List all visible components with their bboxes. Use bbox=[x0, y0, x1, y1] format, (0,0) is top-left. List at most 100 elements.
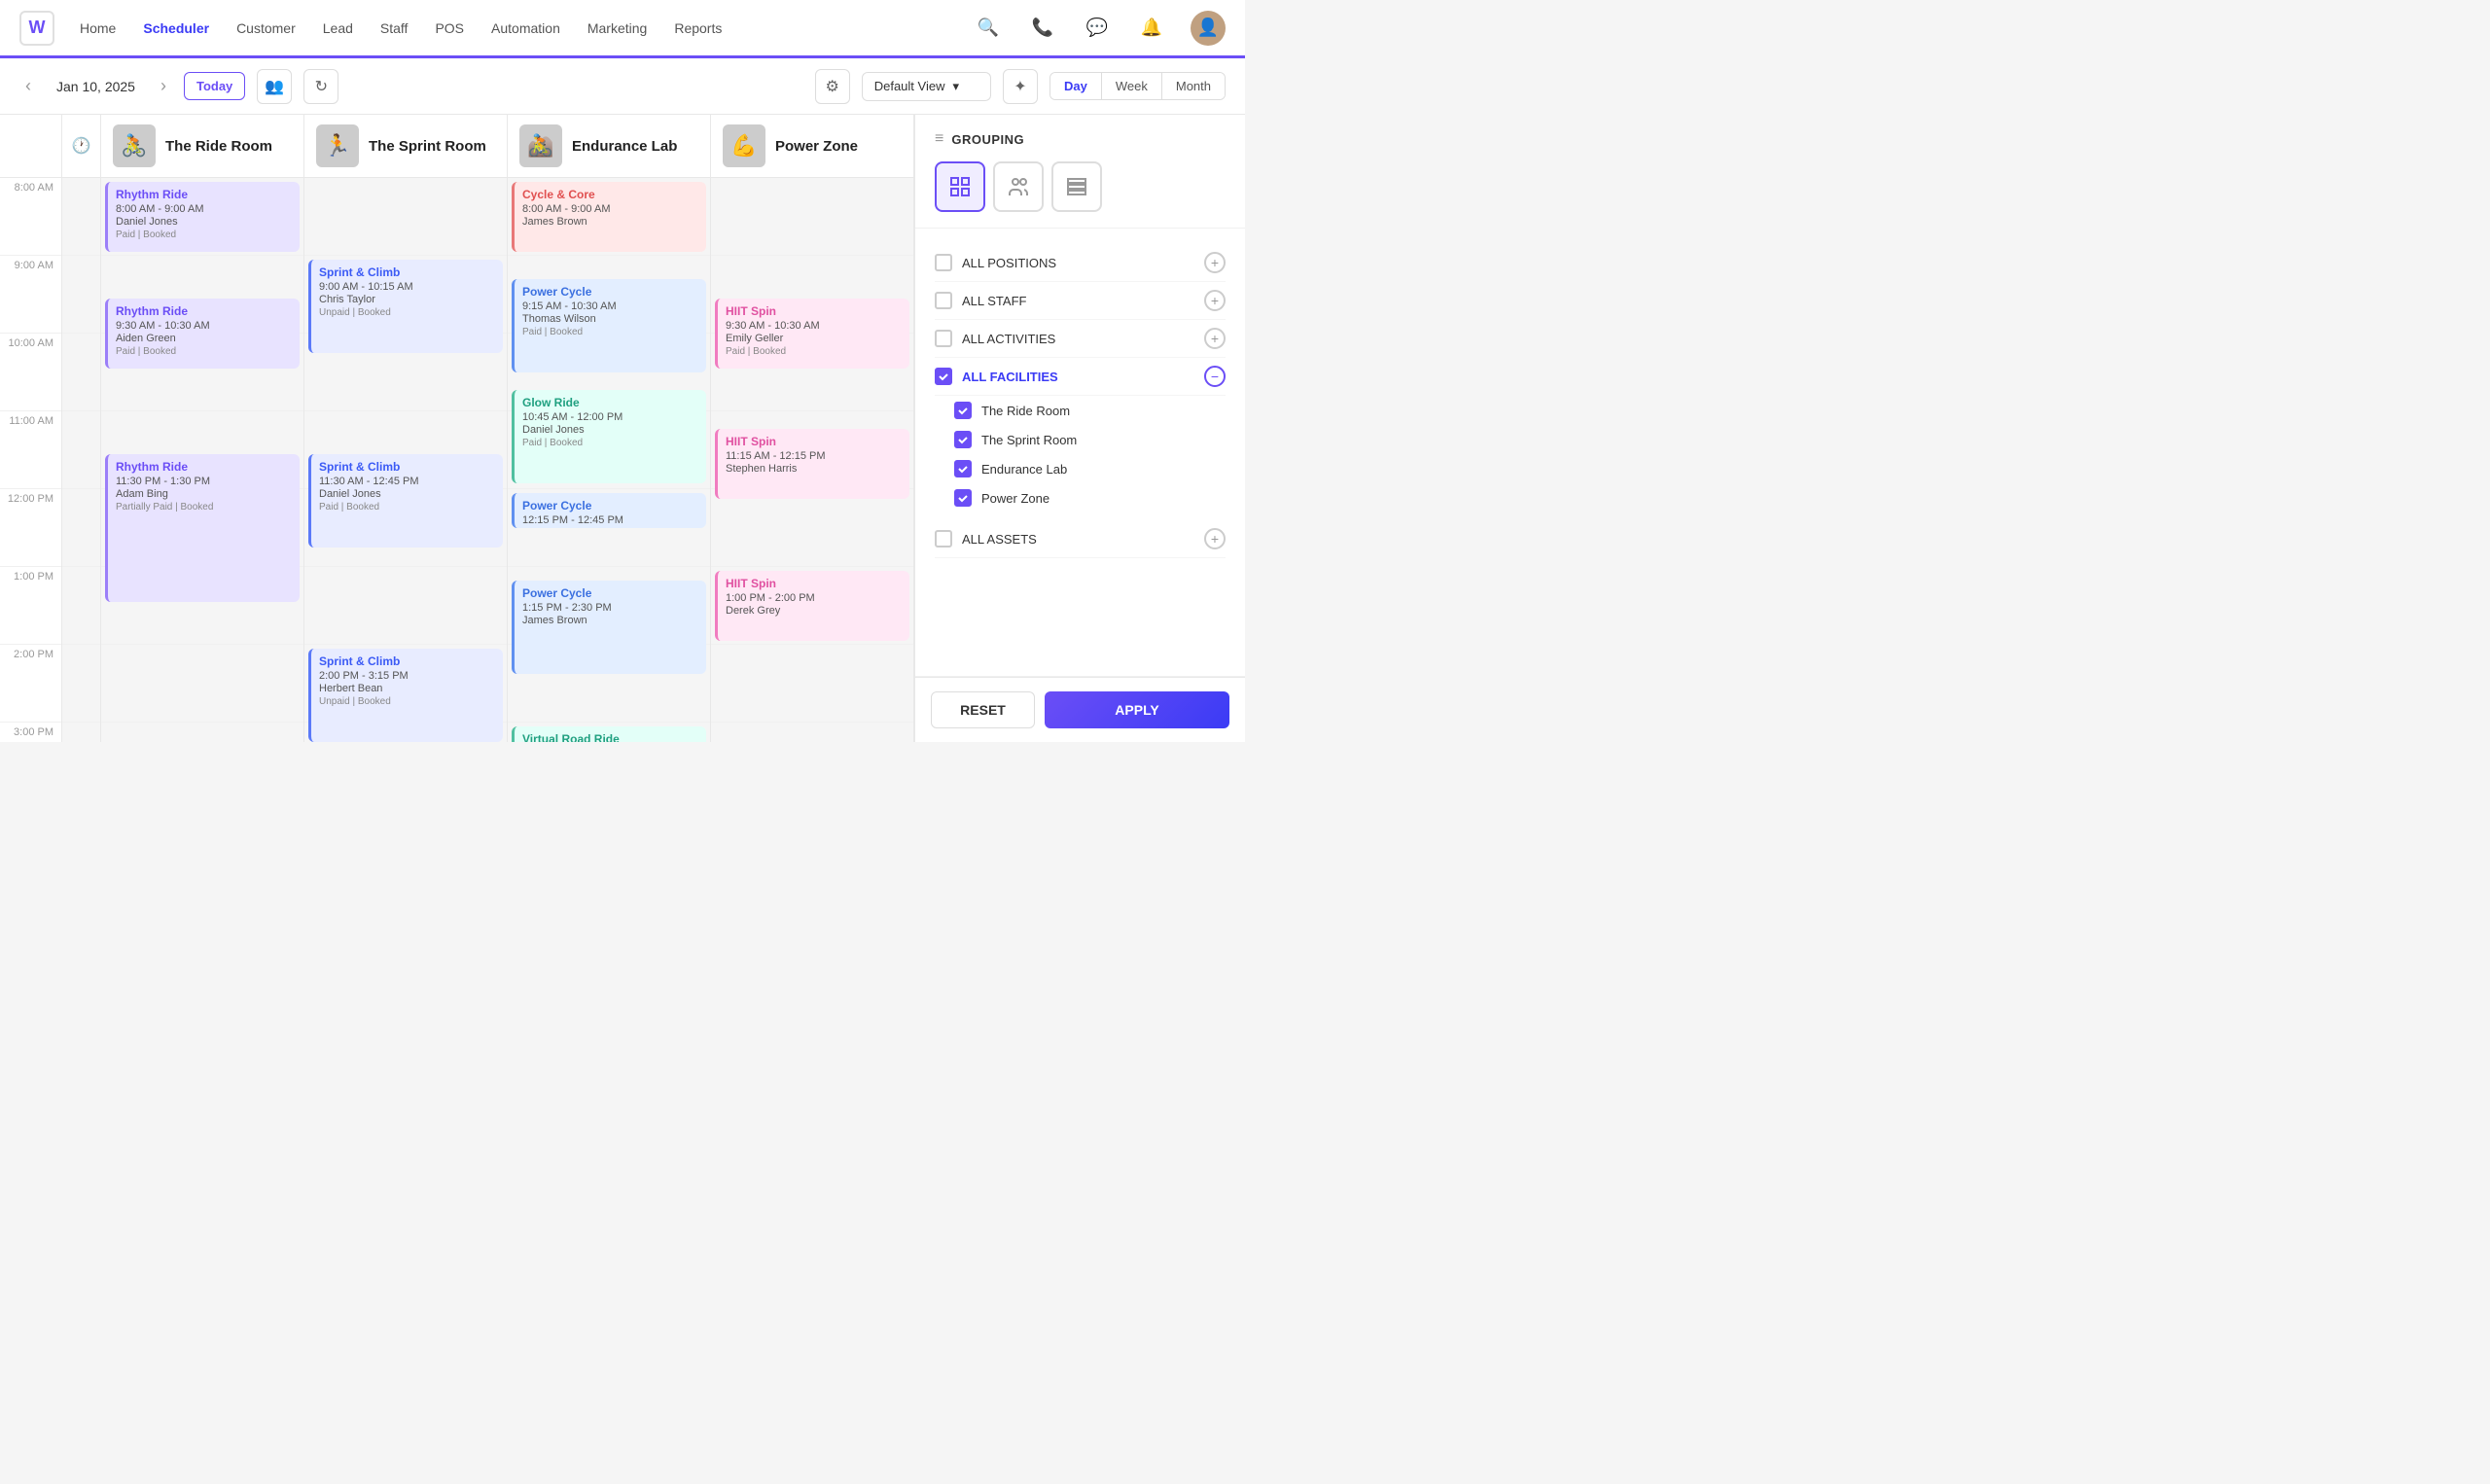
all-rooms-icon: 🕐 bbox=[62, 115, 101, 177]
nav-automation[interactable]: Automation bbox=[489, 17, 562, 40]
time-slot-3pm: 3:00 PM bbox=[0, 723, 61, 742]
event-rhythm-ride-2[interactable]: Rhythm Ride 9:30 AM - 10:30 AM Aiden Gre… bbox=[105, 299, 300, 369]
event-hiit-spin-2[interactable]: HIIT Spin 11:15 AM - 12:15 PM Stephen Ha… bbox=[715, 429, 909, 499]
event-cycle-core[interactable]: Cycle & Core 8:00 AM - 9:00 AM James Bro… bbox=[512, 182, 706, 252]
expand-all-assets[interactable]: + bbox=[1204, 528, 1226, 549]
filter-button[interactable]: ⚙ bbox=[815, 69, 850, 104]
expand-all-activities[interactable]: + bbox=[1204, 328, 1226, 349]
event-glow-ride[interactable]: Glow Ride 10:45 AM - 12:00 PM Daniel Jon… bbox=[512, 390, 706, 483]
main-content: 🕐 🚴 The Ride Room 🏃 The Sprint Room 🚵 En… bbox=[0, 115, 1245, 742]
event-rhythm-ride-1[interactable]: Rhythm Ride 8:00 AM - 9:00 AM Daniel Jon… bbox=[105, 182, 300, 252]
checkbox-all-activities[interactable] bbox=[935, 330, 952, 347]
month-view-button[interactable]: Month bbox=[1162, 73, 1225, 99]
facility-name-sprint-room: The Sprint Room bbox=[981, 433, 1077, 447]
today-button[interactable]: Today bbox=[184, 72, 245, 100]
search-icon[interactable]: 🔍 bbox=[973, 13, 1004, 44]
all-assets-label: ALL ASSETS bbox=[962, 532, 1037, 547]
time-slot-8am: 8:00 AM bbox=[0, 178, 61, 256]
grouping-list-button[interactable] bbox=[1051, 161, 1102, 212]
facility-name-endurance-lab: Endurance Lab bbox=[981, 462, 1067, 477]
room-header-endurance[interactable]: 🚵 Endurance Lab bbox=[508, 115, 711, 177]
checkbox-all-positions[interactable] bbox=[935, 254, 952, 271]
room-name-ride: The Ride Room bbox=[165, 138, 272, 155]
event-virtual-road-ride[interactable]: Virtual Road Ride bbox=[512, 726, 706, 742]
reset-button[interactable]: RESET bbox=[931, 691, 1035, 728]
event-power-cycle-2[interactable]: Power Cycle 12:15 PM - 12:45 PM bbox=[512, 493, 706, 528]
event-hiit-spin-1[interactable]: HIIT Spin 9:30 AM - 10:30 AM Emily Gelle… bbox=[715, 299, 909, 369]
time-slot-12pm: 12:00 PM bbox=[0, 489, 61, 567]
refresh-button[interactable]: ↻ bbox=[303, 69, 338, 104]
calendar-grid: 8:00 AM 9:00 AM 10:00 AM 11:00 AM 12:00 … bbox=[0, 178, 914, 742]
event-power-cycle-3[interactable]: Power Cycle 1:15 PM - 2:30 PM James Brow… bbox=[512, 581, 706, 674]
user-avatar[interactable]: 👤 bbox=[1191, 11, 1226, 46]
grouping-title: GROUPING bbox=[951, 132, 1024, 147]
filter-all-assets: ALL ASSETS + bbox=[935, 520, 1226, 558]
nav-scheduler[interactable]: Scheduler bbox=[141, 17, 211, 40]
checkbox-sprint-room[interactable] bbox=[954, 431, 972, 448]
room-header-ride[interactable]: 🚴 The Ride Room bbox=[101, 115, 304, 177]
week-view-button[interactable]: Week bbox=[1102, 73, 1162, 99]
event-rhythm-ride-3[interactable]: Rhythm Ride 11:30 PM - 1:30 PM Adam Bing… bbox=[105, 454, 300, 602]
event-hiit-spin-3[interactable]: HIIT Spin 1:00 PM - 2:00 PM Derek Grey bbox=[715, 571, 909, 641]
checkbox-ride-room[interactable] bbox=[954, 402, 972, 419]
nav-reports[interactable]: Reports bbox=[672, 17, 724, 40]
grouping-people-button[interactable] bbox=[993, 161, 1044, 212]
nav-lead[interactable]: Lead bbox=[321, 17, 355, 40]
event-sprint-climb-1[interactable]: Sprint & Climb 9:00 AM - 10:15 AM Chris … bbox=[308, 260, 503, 353]
checkbox-all-assets[interactable] bbox=[935, 530, 952, 548]
facility-power-zone[interactable]: Power Zone bbox=[935, 483, 1226, 512]
filters-section: ALL POSITIONS + ALL STAFF + ALL ACTIVITI… bbox=[915, 229, 1245, 677]
nav-marketing[interactable]: Marketing bbox=[586, 17, 649, 40]
whatsapp-icon[interactable]: 💬 bbox=[1082, 13, 1113, 44]
top-navigation: W Home Scheduler Customer Lead Staff POS… bbox=[0, 0, 1245, 58]
room-header-power[interactable]: 💪 Power Zone bbox=[711, 115, 914, 177]
prev-date-button[interactable]: ‹ bbox=[19, 72, 37, 100]
grouping-options bbox=[935, 161, 1226, 212]
app-logo: W bbox=[19, 11, 54, 46]
current-date: Jan 10, 2025 bbox=[56, 79, 135, 94]
event-sprint-climb-2[interactable]: Sprint & Climb 11:30 AM - 12:45 PM Danie… bbox=[308, 454, 503, 548]
grouping-header: ≡ GROUPING bbox=[935, 130, 1226, 148]
apply-button[interactable]: APPLY bbox=[1045, 691, 1229, 728]
event-sprint-climb-3[interactable]: Sprint & Climb 2:00 PM - 3:15 PM Herbert… bbox=[308, 649, 503, 742]
day-view-button[interactable]: Day bbox=[1050, 73, 1102, 99]
checkbox-all-staff[interactable] bbox=[935, 292, 952, 309]
phone-icon[interactable]: 📞 bbox=[1027, 13, 1058, 44]
team-view-button[interactable]: 👥 bbox=[257, 69, 292, 104]
room-thumb-power: 💪 bbox=[723, 124, 765, 167]
nav-staff[interactable]: Staff bbox=[378, 17, 410, 40]
time-column: 8:00 AM 9:00 AM 10:00 AM 11:00 AM 12:00 … bbox=[0, 178, 62, 742]
facility-endurance-lab[interactable]: Endurance Lab bbox=[935, 454, 1226, 483]
expand-all-staff[interactable]: + bbox=[1204, 290, 1226, 311]
next-date-button[interactable]: › bbox=[155, 72, 172, 100]
calendar-area: 🕐 🚴 The Ride Room 🏃 The Sprint Room 🚵 En… bbox=[0, 115, 914, 742]
checkbox-power-zone[interactable] bbox=[954, 489, 972, 507]
room-thumb-ride: 🚴 bbox=[113, 124, 156, 167]
nav-pos[interactable]: POS bbox=[433, 17, 466, 40]
time-slot-9am: 9:00 AM bbox=[0, 256, 61, 334]
nav-customer[interactable]: Customer bbox=[234, 17, 298, 40]
facility-sprint-room[interactable]: The Sprint Room bbox=[935, 425, 1226, 454]
notification-icon[interactable]: 🔔 bbox=[1136, 13, 1167, 44]
nav-home[interactable]: Home bbox=[78, 17, 118, 40]
grouping-grid-button[interactable] bbox=[935, 161, 985, 212]
star-button[interactable]: ✦ bbox=[1003, 69, 1038, 104]
event-power-cycle-1[interactable]: Power Cycle 9:15 AM - 10:30 AM Thomas Wi… bbox=[512, 279, 706, 372]
time-slot-11am: 11:00 AM bbox=[0, 411, 61, 489]
default-view-dropdown[interactable]: Default View ▾ bbox=[862, 72, 991, 101]
checkbox-endurance-lab[interactable] bbox=[954, 460, 972, 477]
sprint-room-col: Sprint & Climb 9:00 AM - 10:15 AM Chris … bbox=[304, 178, 508, 742]
expand-all-positions[interactable]: + bbox=[1204, 252, 1226, 273]
room-header-sprint[interactable]: 🏃 The Sprint Room bbox=[304, 115, 508, 177]
checkbox-all-facilities[interactable] bbox=[935, 368, 952, 385]
all-rooms-col bbox=[62, 178, 101, 742]
right-panel: ≡ GROUPING bbox=[914, 115, 1245, 742]
room-name-endurance: Endurance Lab bbox=[572, 138, 677, 155]
time-slot-1pm: 1:00 PM bbox=[0, 567, 61, 645]
all-activities-label: ALL ACTIVITIES bbox=[962, 332, 1055, 346]
rooms-grid: Rhythm Ride 8:00 AM - 9:00 AM Daniel Jon… bbox=[101, 178, 914, 742]
view-toggle: Day Week Month bbox=[1049, 72, 1226, 100]
facility-ride-room[interactable]: The Ride Room bbox=[935, 396, 1226, 425]
collapse-all-facilities[interactable]: − bbox=[1204, 366, 1226, 387]
ride-room-col: Rhythm Ride 8:00 AM - 9:00 AM Daniel Jon… bbox=[101, 178, 304, 742]
